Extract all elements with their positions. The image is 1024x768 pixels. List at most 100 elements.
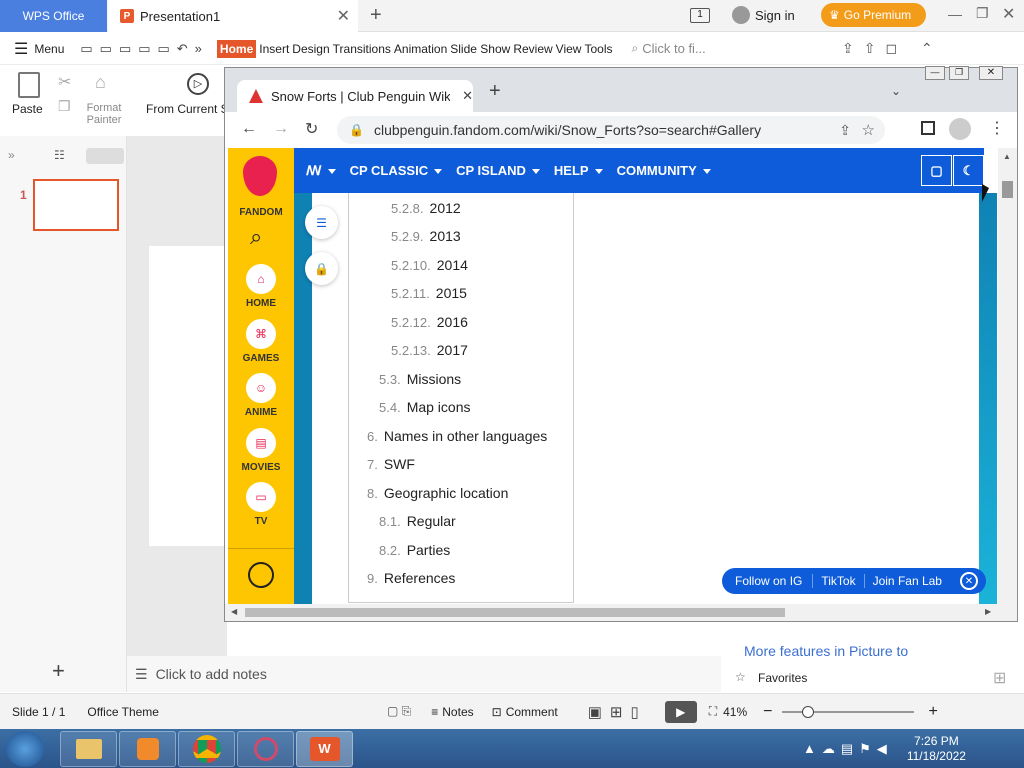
tab-review[interactable]: Review: [513, 42, 552, 56]
nav-help[interactable]: HELP: [554, 163, 603, 178]
copy-icon[interactable]: ❐: [58, 98, 71, 115]
reload-icon[interactable]: ↻: [305, 119, 318, 139]
search-input[interactable]: Click to fi...: [642, 41, 706, 56]
grid-icon[interactable]: ⊞: [993, 668, 1006, 688]
format-painter-button[interactable]: Format Painter: [84, 102, 124, 126]
share-icons[interactable]: ⇪⇧◻︎ ⌃: [842, 40, 943, 57]
maximize-icon[interactable]: ❐: [949, 66, 969, 80]
zoom-level[interactable]: 41%: [723, 705, 747, 719]
snipping-tool-icon[interactable]: [237, 730, 294, 767]
status-icons[interactable]: ▢ ⎘: [387, 704, 411, 719]
tab-design[interactable]: Design: [292, 42, 329, 56]
profile-icon[interactable]: [949, 118, 971, 140]
tab-tools[interactable]: Tools: [584, 42, 612, 56]
slide-canvas[interactable]: [149, 246, 229, 546]
theme-label[interactable]: Office Theme: [87, 705, 159, 719]
favorites-link[interactable]: Favorites: [758, 671, 807, 685]
from-current-slide-button[interactable]: From Current S: [146, 102, 229, 116]
dark-mode-icon[interactable]: ☾: [953, 155, 984, 186]
restore-icon[interactable]: ❐: [976, 5, 989, 22]
rail-item-movies[interactable]: ▤ MOVIES: [228, 428, 294, 473]
zoom-out-icon[interactable]: −: [763, 703, 772, 721]
minimize-icon[interactable]: —: [948, 6, 962, 22]
view-mode-icons[interactable]: ▣⊞▯: [588, 703, 647, 721]
wps-office-icon[interactable]: W: [296, 730, 353, 767]
comment-button[interactable]: Comment: [506, 705, 558, 719]
tab-view[interactable]: View: [556, 42, 582, 56]
share-icon[interactable]: ⇪: [839, 122, 851, 139]
wiki-home-dropdown-icon[interactable]: ꟿ: [306, 163, 336, 179]
forward-icon[interactable]: →: [273, 120, 289, 138]
vertical-scrollbar[interactable]: ▲: [998, 148, 1017, 604]
slide-thumbnail[interactable]: [33, 179, 119, 231]
toc-item[interactable]: 5.2.13. 2017: [391, 342, 468, 358]
rail-item-games[interactable]: ⌘ GAMES: [228, 319, 294, 364]
rail-item-tv[interactable]: ▭ TV: [228, 482, 294, 527]
minimize-icon[interactable]: —: [925, 66, 945, 80]
toc-item[interactable]: 5.4. Map icons: [379, 399, 471, 415]
follow-on-ig-link[interactable]: Follow on IG: [735, 574, 802, 588]
rail-item-home[interactable]: ⌂ HOME: [228, 264, 294, 309]
toc-item[interactable]: 6. Names in other languages: [367, 428, 547, 444]
outline-view-icon[interactable]: ☷: [54, 148, 65, 162]
back-icon[interactable]: ←: [241, 120, 257, 138]
nav-cp-classic[interactable]: CP CLASSIC: [350, 163, 443, 178]
toc-item[interactable]: 5.3. Missions: [379, 371, 461, 387]
nav-community[interactable]: COMMUNITY: [617, 163, 711, 178]
more-features-link[interactable]: More features in Picture to: [744, 643, 908, 659]
zoom-slider-thumb[interactable]: [802, 705, 815, 718]
go-premium-button[interactable]: ♛ Go Premium: [821, 3, 926, 27]
scroll-right-icon[interactable]: ▶: [985, 607, 991, 616]
toc-item[interactable]: 5.2.12. 2016: [391, 314, 468, 330]
notes-area[interactable]: ☰ Click to add notes: [127, 656, 721, 692]
toc-item[interactable]: 9. References: [367, 570, 455, 586]
browser-tab[interactable]: Snow Forts | Club Penguin Wiki | ✕: [237, 80, 473, 112]
toc-toggle-icon[interactable]: ☰: [305, 206, 338, 239]
nav-cp-island[interactable]: CP ISLAND: [456, 163, 540, 178]
tiktok-link[interactable]: TikTok: [812, 574, 856, 588]
toc-item[interactable]: 5.2.10. 2014: [391, 257, 468, 273]
slide-view-icon[interactable]: [86, 148, 124, 164]
start-button[interactable]: [6, 730, 44, 767]
close-tab-icon[interactable]: ✕: [337, 6, 350, 26]
paste-button[interactable]: Paste: [12, 102, 43, 116]
hamburger-icon[interactable]: ☰: [14, 39, 28, 59]
chrome-menu-icon[interactable]: ⋮: [989, 118, 1005, 138]
discussions-icon[interactable]: ▢: [921, 155, 952, 186]
toc-item[interactable]: 8.1. Regular: [379, 513, 456, 529]
tab-insert[interactable]: Insert: [259, 42, 289, 56]
user-account-icon[interactable]: [248, 562, 274, 588]
zoom-slider[interactable]: [782, 705, 915, 718]
horizontal-scrollbar[interactable]: ◀ ▶: [225, 604, 1017, 621]
explorer-icon[interactable]: [60, 730, 117, 767]
collapse-panel-icon[interactable]: »: [8, 148, 15, 162]
tab-animation[interactable]: Animation: [394, 42, 447, 56]
side-panel-icon[interactable]: [921, 121, 935, 135]
tab-home[interactable]: Home: [216, 39, 257, 58]
scroll-up-icon[interactable]: ▲: [1003, 152, 1011, 161]
wps-doc-tab[interactable]: P Presentation1 ✕: [108, 0, 358, 32]
page-count-icon[interactable]: 1: [690, 8, 710, 23]
toc-item[interactable]: 7. SWF: [367, 456, 415, 472]
toc-item[interactable]: 8. Geographic location: [367, 485, 508, 501]
close-window-icon[interactable]: ✕: [979, 66, 1003, 80]
fit-icon[interactable]: ⛶: [709, 704, 717, 719]
toc-item[interactable]: 8.2. Parties: [379, 542, 450, 558]
paste-icon[interactable]: [18, 72, 40, 98]
join-fan-lab-link[interactable]: Join Fan Lab: [863, 574, 942, 588]
lock-icon[interactable]: 🔒: [305, 252, 338, 285]
vscroll-thumb[interactable]: [1002, 181, 1013, 198]
search-icon[interactable]: ⌕: [250, 224, 262, 250]
url-text[interactable]: clubpenguin.fandom.com/wiki/Snow_Forts?s…: [374, 122, 761, 138]
tray-icons[interactable]: ▲☁▤⚑◀: [803, 741, 893, 757]
tab-transitions[interactable]: Transitions: [333, 42, 391, 56]
tab-slide-show[interactable]: Slide Show: [450, 42, 510, 56]
quick-access-icons[interactable]: ▭▭▭▭▭↶»: [80, 41, 209, 57]
close-tab-icon[interactable]: ✕: [462, 88, 473, 104]
close-window-icon[interactable]: ✕: [1002, 4, 1015, 24]
toc-item[interactable]: 5.2.8. 2012: [391, 200, 461, 216]
tab-search-icon[interactable]: ⌄: [891, 84, 901, 98]
sign-in-link[interactable]: Sign in: [755, 8, 795, 23]
close-bar-icon[interactable]: ✕: [959, 572, 978, 590]
chrome-icon[interactable]: [178, 730, 235, 767]
